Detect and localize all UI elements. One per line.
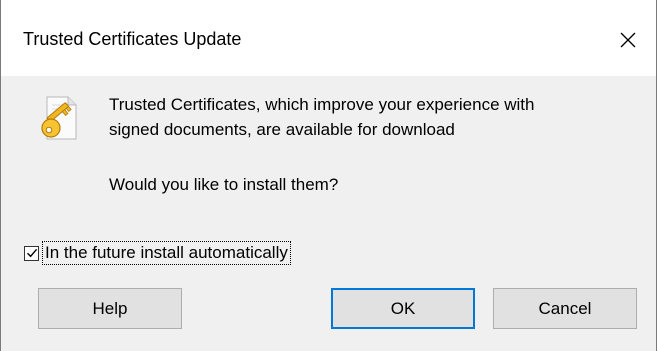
ok-button[interactable]: OK: [331, 288, 475, 329]
dialog-message: Trusted Certificates, which improve your…: [109, 92, 534, 142]
dialog-title: Trusted Certificates Update: [23, 29, 242, 49]
auto-install-checkbox[interactable]: [24, 245, 39, 261]
close-button[interactable]: [600, 14, 656, 66]
close-icon: [620, 32, 636, 48]
message-line-1: Trusted Certificates, which improve your…: [109, 95, 535, 114]
message-line-2: signed documents, are available for down…: [109, 120, 455, 139]
title-bar: Trusted Certificates Update: [1, 0, 656, 76]
certificate-key-icon: [41, 96, 77, 140]
cancel-button[interactable]: Cancel: [493, 288, 637, 329]
auto-install-label[interactable]: In the future install automatically: [42, 241, 291, 265]
checkmark-icon: [26, 248, 37, 258]
auto-install-option[interactable]: In the future install automatically: [24, 241, 291, 265]
install-question: Would you like to install them?: [109, 175, 339, 194]
help-button[interactable]: Help: [38, 288, 182, 329]
dialog-window: Trusted Certificates Update Trusted Cert…: [0, 0, 657, 351]
